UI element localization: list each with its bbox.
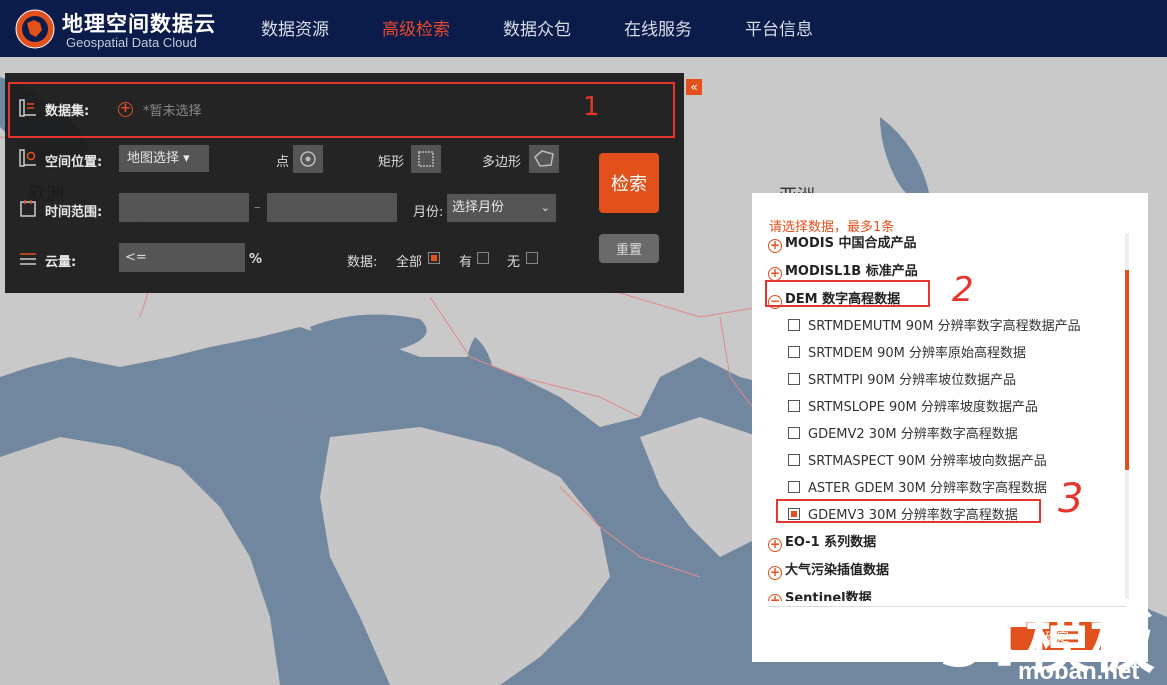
- annotation-number-3: 3: [1058, 476, 1084, 522]
- location-icon: [19, 149, 36, 167]
- month-select-value: 选择月份: [452, 200, 505, 215]
- logo-title: 地理空间数据云: [62, 12, 216, 36]
- item-label: SRTMTPI 90M 分辨率坡位数据产品: [808, 373, 1017, 388]
- item-label: ASTER GDEM 30M 分辨率数字高程数据: [808, 481, 1048, 496]
- category-label: Sentinel数据: [785, 591, 872, 601]
- item-label: SRTMDEMUTM 90M 分辨率数字高程数据产品: [808, 319, 1081, 334]
- filter-has-label: 有: [459, 255, 473, 270]
- point-label: 点: [276, 155, 290, 170]
- filter-none-label: 无: [507, 255, 521, 270]
- nav-advanced-search[interactable]: 高级检索: [382, 15, 450, 40]
- calendar-icon: [20, 200, 36, 217]
- filter-all-checkbox[interactable]: [428, 252, 440, 264]
- end-date-input[interactable]: [267, 193, 397, 222]
- month-label: 月份:: [413, 205, 444, 220]
- top-header: 地理空间数据云 Geospatial Data Cloud 数据资源 高级检索 …: [0, 0, 1167, 57]
- dem-item-aster-gdem[interactable]: ASTER GDEM 30M 分辨率数字高程数据: [788, 477, 1047, 496]
- start-date-input[interactable]: [119, 193, 249, 222]
- logo-subtitle: Geospatial Data Cloud: [66, 35, 197, 50]
- category-modisl1b[interactable]: + MODISL1B 标准产品: [768, 260, 918, 281]
- item-checkbox[interactable]: [788, 346, 800, 358]
- location-mode-select[interactable]: 地图选择 ▾: [119, 145, 209, 172]
- expand-plus-icon: +: [768, 238, 782, 253]
- search-button[interactable]: 检索: [599, 153, 659, 213]
- month-select[interactable]: 选择月份 ⌄: [447, 194, 556, 222]
- collapse-panel-button[interactable]: «: [686, 79, 702, 95]
- highlight-box-1: [8, 82, 675, 138]
- annotation-number-2: 2: [952, 270, 974, 310]
- time-range-separator: –: [254, 200, 261, 215]
- dem-item-srtmtpi[interactable]: SRTMTPI 90M 分辨率坡位数据产品: [788, 369, 1016, 388]
- expand-plus-icon: +: [768, 565, 782, 580]
- dem-item-srtmdem[interactable]: SRTMDEM 90M 分辨率原始高程数据: [788, 342, 1026, 361]
- item-label: GDEMV2 30M 分辨率数字高程数据: [808, 427, 1018, 442]
- polygon-label: 多边形: [482, 155, 522, 170]
- item-checkbox[interactable]: [788, 400, 800, 412]
- dem-item-gdemv2[interactable]: GDEMV2 30M 分辨率数字高程数据: [788, 423, 1018, 442]
- nav-platform-info[interactable]: 平台信息: [745, 15, 813, 40]
- dem-item-srtmaspect[interactable]: SRTMASPECT 90M 分辨率坡向数据产品: [788, 450, 1047, 469]
- reset-button[interactable]: 重置: [599, 234, 659, 263]
- item-checkbox[interactable]: [788, 454, 800, 466]
- filter-has-checkbox[interactable]: [477, 252, 489, 264]
- item-label: SRTMDEM 90M 分辨率原始高程数据: [808, 346, 1026, 361]
- item-checkbox[interactable]: [788, 427, 800, 439]
- watermark-site: moban.net: [1018, 658, 1140, 685]
- nav-crowdsourcing[interactable]: 数据众包: [503, 15, 571, 40]
- chevron-down-icon: ⌄: [540, 201, 550, 214]
- selector-scrollbar-thumb[interactable]: [1125, 270, 1129, 470]
- category-label: MODIS 中国合成产品: [785, 236, 917, 251]
- dem-item-srtmdemutm[interactable]: SRTMDEMUTM 90M 分辨率数字高程数据产品: [788, 315, 1081, 334]
- filter-none-checkbox[interactable]: [526, 252, 538, 264]
- point-tool-button[interactable]: [293, 145, 323, 173]
- category-sentinel[interactable]: + Sentinel数据: [768, 587, 872, 601]
- rectangle-icon: [418, 151, 434, 167]
- highlight-box-2: [765, 280, 930, 307]
- expand-plus-icon: +: [768, 266, 782, 281]
- item-checkbox[interactable]: [788, 319, 800, 331]
- data-filter-label: 数据:: [347, 255, 378, 270]
- filter-all-label: 全部: [396, 255, 423, 270]
- highlight-box-3: [776, 499, 1041, 523]
- expand-plus-icon: +: [768, 594, 782, 601]
- item-label: SRTMASPECT 90M 分辨率坡向数据产品: [808, 454, 1047, 469]
- cloud-unit: %: [249, 252, 263, 267]
- item-label: SRTMSLOPE 90M 分辨率坡度数据产品: [808, 400, 1038, 415]
- polygon-tool-button[interactable]: [529, 145, 559, 173]
- annotation-number-1: 1: [583, 92, 600, 122]
- nav-data-resources[interactable]: 数据资源: [261, 15, 329, 40]
- item-checkbox[interactable]: [788, 481, 800, 493]
- category-air-pollution[interactable]: + 大气污染插值数据: [768, 559, 889, 580]
- point-icon: [300, 151, 316, 167]
- category-label: EO-1 系列数据: [785, 535, 877, 550]
- rect-tool-button[interactable]: [411, 145, 441, 173]
- nav-online-services[interactable]: 在线服务: [624, 15, 692, 40]
- cloud-label: 云量:: [45, 255, 77, 270]
- polygon-icon: [534, 150, 554, 167]
- category-modis-china[interactable]: + MODIS 中国合成产品: [768, 232, 917, 253]
- category-eo1[interactable]: + EO-1 系列数据: [768, 531, 876, 552]
- category-label: 大气污染插值数据: [785, 563, 890, 578]
- expand-plus-icon: +: [768, 537, 782, 552]
- category-label: MODISL1B 标准产品: [785, 264, 918, 279]
- item-checkbox[interactable]: [788, 373, 800, 385]
- globe-logo-icon: [15, 9, 55, 49]
- dem-item-srtmslope[interactable]: SRTMSLOPE 90M 分辨率坡度数据产品: [788, 396, 1038, 415]
- cloud-input[interactable]: <=: [119, 243, 245, 272]
- location-label: 空间位置:: [45, 155, 103, 170]
- rect-label: 矩形: [378, 155, 405, 170]
- cloud-cover-icon: [20, 253, 36, 265]
- time-range-label: 时间范围:: [45, 205, 103, 220]
